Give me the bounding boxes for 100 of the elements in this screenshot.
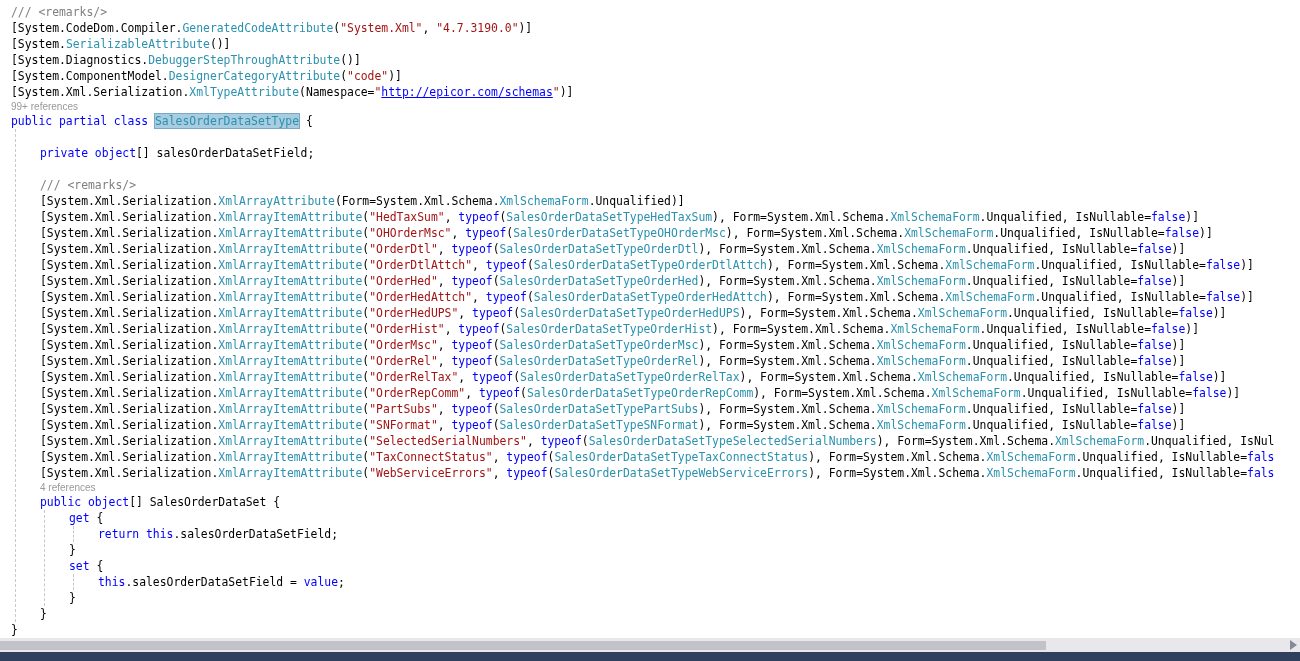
type-name: SalesOrderDataSetTypeOrderRepComm	[526, 386, 754, 400]
type-name: XmlArrayItemAttribute	[218, 386, 363, 400]
code-text: }	[40, 607, 47, 621]
code-text: ), Form=System.Xml.Schema.	[698, 402, 877, 416]
code-text: [System.Xml.Serialization.	[40, 466, 219, 480]
code-keyword: false	[1137, 354, 1172, 368]
code-text: ), Form=System.Xml.Schema.	[876, 434, 1055, 448]
type-name: GeneratedCodeAttribute	[182, 21, 334, 35]
string-literal: "	[374, 85, 382, 99]
type-name: XmlArrayItemAttribute	[218, 322, 363, 336]
code-text: .Unqualified, IsNullable=	[1075, 466, 1248, 480]
code-keyword: typeof	[506, 450, 548, 464]
code-keyword: false	[1137, 274, 1172, 288]
code-text: (	[362, 418, 370, 432]
code-text: ), Form=System.Xml.Schema.	[698, 274, 877, 288]
code-text: (	[492, 402, 500, 416]
horizontal-scrollbar[interactable]	[0, 638, 1300, 652]
code-text: .Unqualified, IsNullable=	[1075, 450, 1248, 464]
code-text: (	[362, 466, 370, 480]
code-text: (Namespace=	[299, 85, 375, 99]
code-text: ,	[472, 290, 480, 304]
code-keyword: typeof	[540, 434, 582, 448]
code-text: .Unqualified, IsNullable=	[1034, 290, 1206, 304]
code-text: (	[333, 21, 341, 35]
type-name: SalesOrderDataSetTypeOrderMsc	[499, 338, 699, 352]
code-text: (	[499, 210, 507, 224]
string-literal: "OrderHist"	[369, 322, 445, 336]
code-text: [System.Xml.Serialization.	[40, 450, 219, 464]
string-literal: "OrderMsc"	[369, 338, 438, 352]
type-name: XmlSchemaForm	[945, 290, 1035, 304]
code-keyword: typeof	[451, 402, 493, 416]
code-keyword: typeof	[472, 370, 514, 384]
code-text: .Unqualified, IsNul	[1144, 434, 1275, 448]
scrollbar-thumb[interactable]	[0, 640, 1046, 650]
type-name: SalesOrderDataSetTypeOrderDtlAttch	[533, 258, 767, 272]
code-text: {	[304, 114, 313, 128]
type-name: XmlSchemaForm	[876, 274, 966, 288]
code-keyword: false	[1178, 306, 1213, 320]
code-text: ,	[458, 370, 467, 384]
code-text: )]	[1171, 242, 1186, 256]
code-text: )]	[518, 21, 533, 35]
code-keyword: false	[1151, 322, 1186, 336]
type-name: XmlArrayItemAttribute	[218, 418, 363, 432]
code-text: ), Form=System.Xml.Schema.	[753, 386, 932, 400]
type-name: XmlSchemaForm	[986, 450, 1076, 464]
code-text: (	[362, 354, 370, 368]
type-name: XmlTypeAttribute	[189, 85, 300, 99]
code-text: [System.Xml.Serialization.	[40, 386, 219, 400]
code-text: (	[526, 290, 534, 304]
type-name: DesignerCategoryAttribute	[168, 69, 341, 83]
code-keyword: return this	[98, 527, 174, 541]
code-text: }	[11, 623, 18, 637]
code-text: [] SalesOrderDataSet {	[129, 495, 281, 509]
type-name: XmlArrayItemAttribute	[218, 242, 363, 256]
code-text: [System.Xml.Serialization.	[40, 290, 219, 304]
code-text: .Unqualified, IsNullable=	[993, 226, 1165, 240]
code-keyword: false	[1137, 338, 1172, 352]
reference-count[interactable]: 99+ references	[11, 101, 78, 112]
string-literal: "code"	[347, 69, 389, 83]
code-text: ;	[338, 575, 345, 589]
code-text: .Unqualified, IsNullable=	[1020, 386, 1193, 400]
code-text: [System.Xml.Serialization.	[40, 338, 219, 352]
code-text: ), Form=System.Xml.Schema.	[808, 450, 987, 464]
code-text: ,	[444, 210, 453, 224]
code-keyword: typeof	[472, 306, 514, 320]
code-text: (	[362, 258, 370, 272]
code-text: )]	[1171, 402, 1186, 416]
code-text: (	[362, 386, 370, 400]
string-literal: "	[552, 85, 560, 99]
link[interactable]: http://epicor.com/schemas	[381, 85, 553, 99]
code-text: [System.Xml.Serialization.	[40, 226, 219, 240]
type-name: SerializableAttribute	[65, 37, 210, 51]
type-name: XmlArrayItemAttribute	[218, 338, 363, 352]
code-text: [] salesOrderDataSetField;	[136, 146, 315, 160]
code-keyword: false	[1205, 290, 1241, 304]
scroll-right-icon[interactable]	[1290, 640, 1297, 650]
code-text: ,	[437, 402, 446, 416]
code-text: {	[95, 511, 104, 525]
type-name: XmlArrayItemAttribute	[218, 258, 363, 272]
string-literal: "OrderRepComm"	[369, 386, 466, 400]
type-name: XmlArrayItemAttribute	[218, 306, 363, 320]
type-name: XmlArrayItemAttribute	[218, 226, 363, 240]
code-text: )]	[1185, 322, 1200, 336]
code-keyword: typeof	[478, 386, 521, 400]
code-text: ,	[437, 418, 446, 432]
type-name: XmlSchemaForm	[1055, 434, 1145, 448]
selected-text: SalesOrderDataSetType	[155, 114, 300, 128]
code-text: )]	[559, 85, 574, 99]
code-text: ), Form=System.Xml.Schema.	[698, 338, 877, 352]
code-text: (	[362, 242, 370, 256]
code-text: ,	[437, 274, 446, 288]
reference-count[interactable]: 4 references	[40, 482, 96, 493]
code-text: )]	[1171, 418, 1186, 432]
string-literal: "PartSubs"	[369, 402, 438, 416]
type-name: XmlSchemaForm	[917, 306, 1007, 320]
type-name: SalesOrderDataSetTypeSNFormat	[499, 418, 699, 432]
code-text: ), Form=System.Xml.Schema.	[739, 370, 918, 384]
code-text: ), Form=System.Xml.Schema.	[712, 210, 891, 224]
code-text: (	[547, 450, 555, 464]
code-text: .Unqualified, IsNullable=	[965, 418, 1138, 432]
